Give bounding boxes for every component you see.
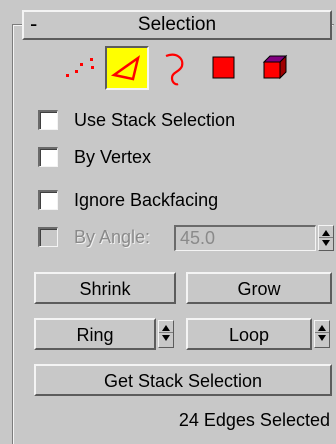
by-angle-label: By Angle: [74, 227, 151, 247]
loop-spinner[interactable] [314, 320, 330, 348]
by-vertex-row: By Vertex [38, 145, 318, 171]
spinner-divider [319, 237, 333, 238]
subobject-level-toolbar [58, 46, 318, 90]
rollout-title: Selection [137, 14, 217, 35]
border-level-button[interactable] [152, 46, 196, 90]
ring-spinner[interactable] [158, 320, 174, 348]
by-vertex-checkbox[interactable] [38, 147, 58, 167]
polygon-icon [212, 56, 235, 79]
spinner-divider [315, 332, 329, 333]
spinner-divider [159, 332, 173, 333]
by-angle-row: By Angle: 45.0 [38, 225, 334, 251]
ignore-backfacing-label: Ignore Backfacing [74, 190, 219, 210]
edge-level-button[interactable] [105, 46, 149, 90]
vertex-level-button[interactable] [58, 46, 102, 90]
loop-button[interactable]: Loop [186, 318, 312, 350]
grow-button[interactable]: Grow [186, 272, 332, 304]
use-stack-selection-checkbox[interactable] [38, 110, 58, 130]
element-cube-icon [262, 54, 288, 80]
by-angle-value-field[interactable]: 45.0 [174, 225, 316, 251]
spinner-up-arrow-icon [162, 325, 170, 331]
get-stack-selection-button[interactable]: Get Stack Selection [34, 364, 332, 396]
ignore-backfacing-row: Ignore Backfacing [38, 188, 318, 214]
selection-rollout-header[interactable]: - Selection [22, 10, 332, 40]
vertex-icon [66, 58, 94, 77]
selection-status-text: 24 Edges Selected [178, 410, 330, 430]
ignore-backfacing-checkbox[interactable] [38, 190, 58, 210]
spinner-down-arrow-icon [318, 335, 326, 341]
by-vertex-label: By Vertex [74, 147, 152, 167]
use-stack-selection-label: Use Stack Selection [74, 110, 236, 130]
shrink-button[interactable]: Shrink [34, 272, 176, 304]
by-angle-spinner[interactable] [318, 225, 334, 251]
spinner-up-arrow-icon [322, 230, 330, 236]
spinner-down-arrow-icon [162, 335, 170, 341]
edge-icon [110, 55, 140, 81]
border-icon [165, 53, 184, 86]
polygon-level-button[interactable] [204, 46, 248, 90]
ring-button[interactable]: Ring [34, 318, 156, 350]
spinner-down-arrow-icon [322, 240, 330, 246]
by-angle-checkbox[interactable] [38, 227, 58, 247]
use-stack-selection-row: Use Stack Selection [38, 108, 318, 134]
spinner-up-arrow-icon [318, 325, 326, 331]
element-level-button[interactable] [254, 46, 298, 90]
